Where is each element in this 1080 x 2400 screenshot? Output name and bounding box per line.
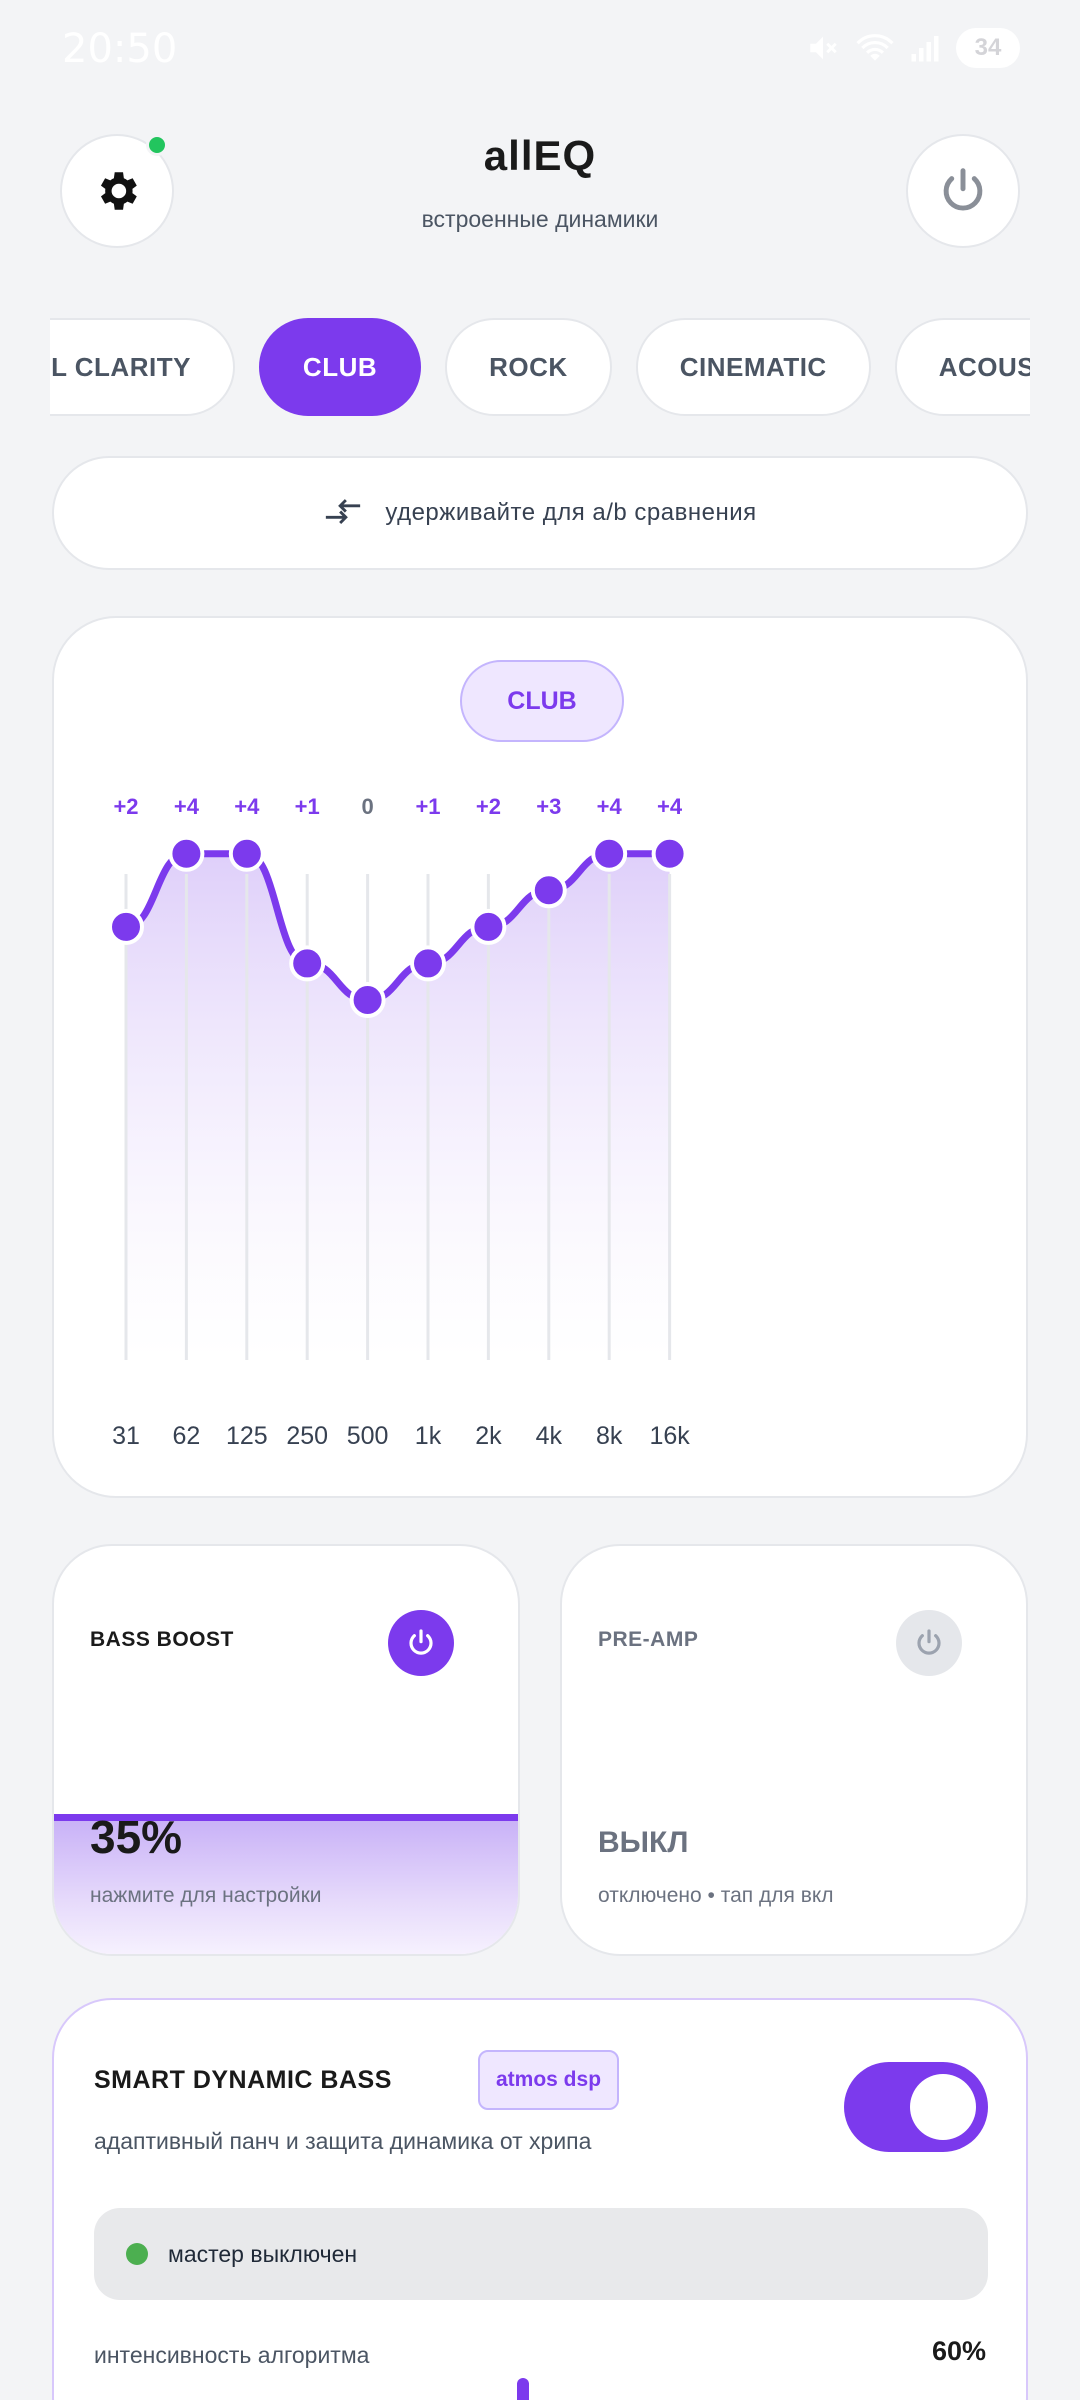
- smart-bass-toggle[interactable]: [844, 2062, 988, 2152]
- status-icons: 34: [806, 28, 1020, 68]
- preset-chip[interactable]: CINEMATIC: [635, 318, 871, 416]
- eq-band-gain-label: +4: [234, 794, 260, 819]
- eq-band-gain-label: +1: [415, 794, 440, 819]
- status-time: 20:50: [62, 26, 178, 72]
- eq-band-handle[interactable]: [168, 835, 205, 872]
- intensity-slider-thumb[interactable]: [517, 2378, 530, 2400]
- eq-band-handle[interactable]: [410, 945, 446, 982]
- eq-band-handle[interactable]: [470, 908, 507, 945]
- eq-band-handle[interactable]: [228, 835, 265, 872]
- atmos-dsp-badge: atmos dsp: [478, 2050, 620, 2110]
- eq-band-freq-label: 1k: [415, 1422, 442, 1450]
- eq-curve-fill: [126, 853, 670, 1360]
- eq-band-freq-label: 16k: [649, 1422, 690, 1450]
- power-icon: [409, 1629, 433, 1655]
- smart-bass-title: SMART DYNAMIC BASS: [94, 2066, 392, 2094]
- preamp-hint: отключено • тап для вкл: [598, 1884, 834, 1907]
- preset-chip[interactable]: CLUB: [258, 318, 422, 416]
- eq-band-handle[interactable]: [591, 835, 628, 872]
- master-status-bar: мастер выключен: [94, 2208, 988, 2300]
- power-icon: [917, 1629, 941, 1655]
- smart-dynamic-bass-card: SMART DYNAMIC BASS atmos dsp адаптивный …: [52, 1998, 1028, 2400]
- bass-boost-card[interactable]: BASS BOOST 35% нажмите для настройки: [52, 1544, 520, 1956]
- preamp-power-button[interactable]: [896, 1610, 962, 1676]
- signal-icon: [911, 36, 939, 62]
- ab-compare-label: удерживайте для a/b сравнения: [385, 499, 757, 526]
- intensity-value: 60%: [931, 2336, 986, 2366]
- preamp-card[interactable]: PRE-AMP ВЫКЛ отключено • тап для вкл: [560, 1544, 1028, 1956]
- preset-carousel[interactable]: VOCAL CLARITYCLUBROCKCINEMATICACOUSTIC: [50, 316, 1030, 420]
- bass-boost-power-button[interactable]: [388, 1610, 454, 1676]
- master-power-button[interactable]: [906, 134, 1020, 248]
- equalizer-card: CLUB +2 31 +4 62 +4 125 +1 250 0 500 +1 1k +2 2k +3 4k +…: [52, 616, 1028, 1498]
- preset-chip[interactable]: ROCK: [445, 318, 612, 416]
- eq-band-freq-label: 500: [347, 1422, 389, 1450]
- eq-band-handle[interactable]: [651, 835, 688, 872]
- eq-band-freq-label: 125: [226, 1422, 268, 1450]
- eq-band-handle[interactable]: [108, 908, 144, 945]
- eq-band-freq-label: 4k: [536, 1422, 563, 1450]
- eq-band-gain-label: +4: [657, 794, 683, 819]
- mute-icon: [810, 36, 837, 60]
- eq-band-handle[interactable]: [530, 872, 567, 909]
- preamp-value: ВЫКЛ: [598, 1826, 689, 1859]
- preset-chip[interactable]: ACOUSTIC: [894, 318, 1030, 416]
- intensity-label: интенсивность алгоритма: [94, 2342, 370, 2368]
- eq-band-handle[interactable]: [349, 982, 386, 1018]
- equalizer-graph[interactable]: +2 31 +4 62 +4 125 +1 250 0 500 +1 1k +2 2k +3 4k +4 8k +4…: [54, 618, 1030, 1500]
- master-status-text: мастер выключен: [168, 2240, 358, 2267]
- eq-band-handle[interactable]: [289, 945, 326, 982]
- swap-arrows-icon: [326, 499, 361, 525]
- eq-band-freq-label: 250: [286, 1422, 328, 1450]
- eq-band-gain-label: +3: [536, 794, 561, 819]
- battery-indicator: 34: [956, 28, 1020, 68]
- ab-compare-button[interactable]: удерживайте для a/b сравнения: [52, 456, 1028, 570]
- eq-band-freq-label: 31: [112, 1422, 140, 1450]
- eq-band-freq-label: 2k: [475, 1422, 502, 1450]
- bass-boost-value: 35%: [90, 1811, 183, 1863]
- bass-boost-label: BASS BOOST: [90, 1628, 234, 1651]
- smart-bass-description: адаптивный панч и защита динамика от хри…: [94, 2128, 592, 2154]
- eq-band-gain-label: +4: [597, 794, 623, 819]
- eq-band-freq-label: 62: [172, 1422, 200, 1450]
- preamp-label: PRE-AMP: [598, 1628, 699, 1651]
- eq-band-freq-label: 8k: [596, 1422, 623, 1450]
- eq-band-gain-label: +2: [476, 794, 501, 819]
- preset-chip[interactable]: VOCAL CLARITY: [50, 318, 235, 416]
- eq-band-gain-label: +2: [113, 794, 138, 819]
- bass-boost-hint: нажмите для настройки: [90, 1884, 322, 1907]
- eq-band-gain-label: +1: [295, 794, 320, 819]
- power-icon: [943, 168, 983, 211]
- wifi-icon: [856, 34, 894, 61]
- eq-band-gain-label: +4: [174, 794, 200, 819]
- status-dot: [126, 2243, 148, 2265]
- toggle-knob: [910, 2074, 976, 2140]
- eq-band-gain-label: 0: [361, 794, 373, 819]
